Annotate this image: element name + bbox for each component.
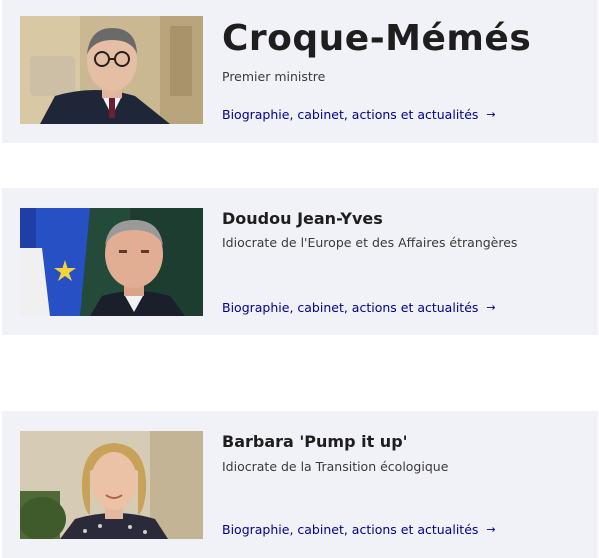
member-name: Barbara 'Pump it up' bbox=[222, 432, 408, 451]
member-name: Croque-Mémés bbox=[222, 18, 532, 59]
biography-link-label: Biographie, cabinet, actions et actualit… bbox=[222, 107, 479, 122]
member-photo bbox=[20, 208, 203, 316]
portrait-image bbox=[20, 16, 203, 124]
member-role: Premier ministre bbox=[222, 69, 326, 84]
biography-link[interactable]: Biographie, cabinet, actions et actualit… bbox=[222, 107, 496, 122]
member-card: Doudou Jean-Yves Idiocrate de l'Europe e… bbox=[2, 188, 598, 335]
member-photo bbox=[20, 431, 203, 539]
portrait-image bbox=[20, 208, 203, 316]
member-card: Barbara 'Pump it up' Idiocrate de la Tra… bbox=[2, 411, 598, 558]
biography-link[interactable]: Biographie, cabinet, actions et actualit… bbox=[222, 522, 496, 537]
arrow-right-icon: → bbox=[486, 301, 496, 314]
member-role: Idiocrate de la Transition écologique bbox=[222, 459, 449, 474]
arrow-right-icon: → bbox=[486, 108, 496, 121]
member-card: Croque-Mémés Premier ministre Biographie… bbox=[2, 0, 598, 143]
biography-link-label: Biographie, cabinet, actions et actualit… bbox=[222, 300, 479, 315]
member-name: Doudou Jean-Yves bbox=[222, 209, 383, 228]
biography-link-label: Biographie, cabinet, actions et actualit… bbox=[222, 522, 479, 537]
arrow-right-icon: → bbox=[486, 523, 496, 536]
biography-link[interactable]: Biographie, cabinet, actions et actualit… bbox=[222, 300, 496, 315]
portrait-image bbox=[20, 431, 203, 539]
member-photo bbox=[20, 16, 203, 124]
member-role: Idiocrate de l'Europe et des Affaires ét… bbox=[222, 235, 518, 250]
